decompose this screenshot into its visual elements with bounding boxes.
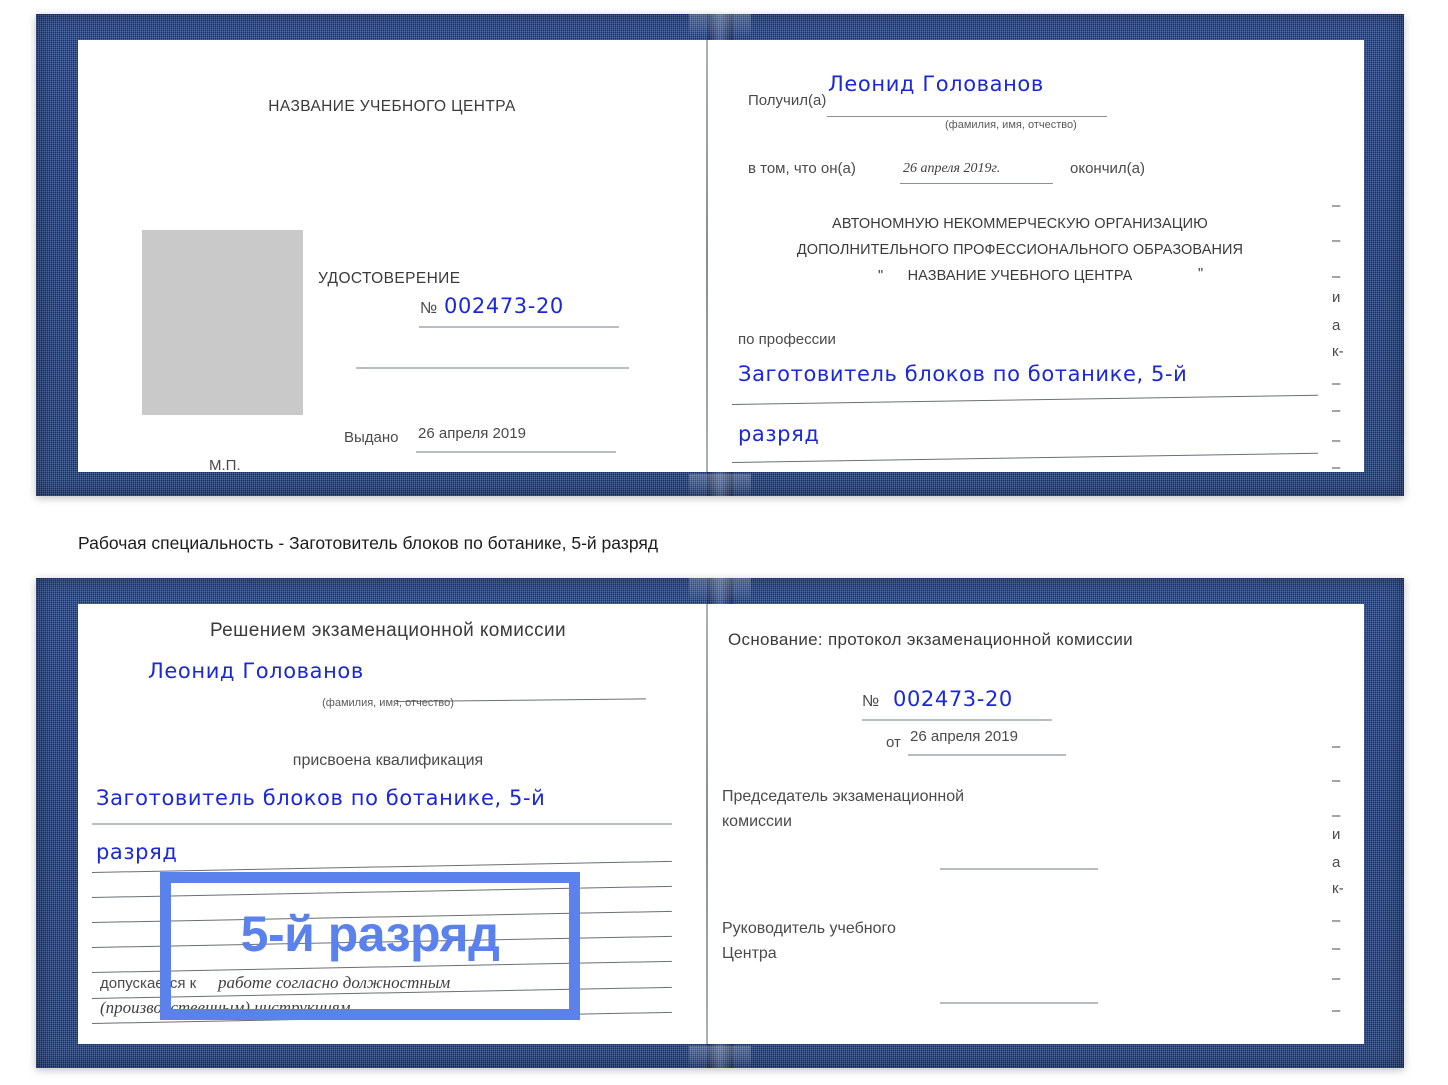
head-signature-rule	[940, 1002, 1098, 1004]
received-name-rule	[827, 116, 1107, 117]
blank-rule	[356, 367, 629, 369]
that-he-label: в том, что он(а)	[748, 160, 856, 177]
edge-glyph: –	[1332, 432, 1341, 449]
number-symbol: №	[420, 300, 438, 317]
protocol-from-label: от	[886, 734, 901, 751]
training-center-name-title: НАЗВАНИЕ УЧЕБНОГО ЦЕНТРА	[268, 98, 516, 115]
booklet-spine-notch-top	[689, 578, 751, 600]
recipient-name-value: Леонид Голованов	[148, 659, 364, 683]
specialty-caption: Рабочая специальность - Заготовитель бло…	[78, 533, 659, 553]
edge-glyph: –	[1332, 912, 1341, 929]
qualification-value-line-2: разряд	[96, 840, 178, 864]
certificate-front-right-page: Получил(а) Леонид Голованов (фамилия, им…	[710, 40, 1364, 472]
edge-glyph: а	[1332, 854, 1341, 871]
protocol-from-date-value: 26 апреля 2019	[910, 728, 1018, 745]
protocol-number-symbol: №	[862, 693, 880, 710]
received-name-value: Леонид Голованов	[828, 72, 1044, 96]
completion-date-rule	[900, 183, 1053, 184]
edge-glyph: а	[1332, 317, 1341, 334]
profession-value-line-2: разряд	[738, 422, 820, 446]
edge-glyph: –	[1332, 232, 1341, 249]
finished-label: окончил(а)	[1070, 160, 1145, 177]
issued-label: Выдано	[344, 429, 399, 446]
protocol-number-value: 002473-20	[893, 687, 1013, 711]
certificate-number-rule	[419, 326, 619, 328]
commission-decision-title: Решением экзаменационной комиссии	[209, 620, 567, 641]
qualification-value-line-1: Заготовитель блоков по ботанике, 5-й	[96, 786, 546, 810]
certificate-front-left-page: НАЗВАНИЕ УЧЕБНОГО ЦЕНТРА М.П. УДОСТОВЕРЕ…	[78, 40, 706, 472]
protocol-from-date-rule	[908, 754, 1066, 756]
edge-glyph: к-	[1332, 880, 1344, 897]
qualification-rule-1	[92, 823, 672, 825]
edge-glyph: –	[1332, 375, 1341, 392]
edge-glyph: к-	[1332, 343, 1344, 360]
issued-date-value: 26 апреля 2019	[418, 425, 526, 442]
page-gutter	[706, 604, 708, 1044]
rank-highlight-text: 5-й разряд	[240, 906, 500, 962]
edge-glyph: –	[1332, 402, 1341, 419]
photo-placeholder	[142, 230, 303, 415]
head-label-line-2: Центра	[722, 945, 777, 962]
chairman-label-line-2: комиссии	[722, 813, 792, 830]
recipient-name-hint: (фамилия, имя, отчество)	[322, 697, 454, 709]
edge-glyph: –	[1332, 807, 1341, 824]
protocol-number-rule	[862, 719, 1052, 721]
basis-label: Основание: протокол экзаменационной коми…	[728, 630, 1133, 649]
received-label: Получил(а)	[748, 92, 827, 109]
stamp-label: М.П.	[209, 457, 241, 472]
edge-glyph: –	[1332, 459, 1341, 472]
edge-glyph: –	[1332, 197, 1341, 214]
organization-line-2: ДОПОЛНИТЕЛЬНОГО ПРОФЕССИОНАЛЬНОГО ОБРАЗО…	[796, 242, 1244, 258]
completion-date-value: 26 апреля 2019г.	[903, 161, 1001, 176]
organization-quote-close: "	[1198, 266, 1204, 282]
organization-line-3: НАЗВАНИЕ УЧЕБНОГО ЦЕНТРА	[907, 268, 1133, 284]
right-edge-cutoff-glyphs: – – – и а к- – – – –	[1332, 604, 1358, 1044]
head-label-line-1: Руководитель учебного	[722, 920, 896, 937]
right-edge-cutoff-glyphs: – – – и а к- – – – –	[1332, 40, 1358, 472]
certificate-back-right-page: Основание: протокол экзаменационной коми…	[710, 604, 1364, 1044]
edge-glyph: и	[1332, 826, 1341, 843]
edge-glyph: –	[1332, 970, 1341, 987]
certificate-number-value: 002473-20	[444, 294, 564, 318]
profession-value-line-1: Заготовитель блоков по ботанике, 5-й	[738, 362, 1188, 386]
edge-glyph: и	[1332, 289, 1341, 306]
certificate-front-paper: НАЗВАНИЕ УЧЕБНОГО ЦЕНТРА М.П. УДОСТОВЕРЕ…	[78, 40, 1364, 472]
booklet-spine-notch-top	[689, 14, 751, 36]
received-name-hint: (фамилия, имя, отчество)	[945, 119, 1077, 131]
booklet-spine-notch-bottom	[689, 1046, 751, 1068]
organization-line-1: АВТОНОМНУЮ НЕКОММЕРЧЕСКУЮ ОРГАНИЗАЦИЮ	[832, 216, 1208, 232]
chairman-signature-rule	[940, 868, 1098, 870]
page-gutter	[706, 40, 708, 472]
profession-label: по профессии	[738, 331, 836, 348]
profession-rule-2	[731, 452, 1318, 463]
qualification-label: присвоена квалификация	[292, 752, 484, 769]
edge-glyph: –	[1332, 738, 1341, 755]
edge-glyph: –	[1332, 772, 1341, 789]
edge-glyph: –	[1332, 268, 1341, 285]
certificate-front-booklet: НАЗВАНИЕ УЧЕБНОГО ЦЕНТРА М.П. УДОСТОВЕРЕ…	[36, 14, 1404, 496]
edge-glyph: –	[1332, 940, 1341, 957]
document-type-title: УДОСТОВЕРЕНИЕ	[318, 270, 461, 287]
edge-glyph: –	[1332, 1002, 1341, 1019]
profession-rule-1	[731, 394, 1318, 405]
chairman-label-line-1: Председатель экзаменационной	[722, 788, 965, 805]
booklet-spine-notch-bottom	[689, 474, 751, 496]
issued-date-rule	[416, 451, 616, 453]
